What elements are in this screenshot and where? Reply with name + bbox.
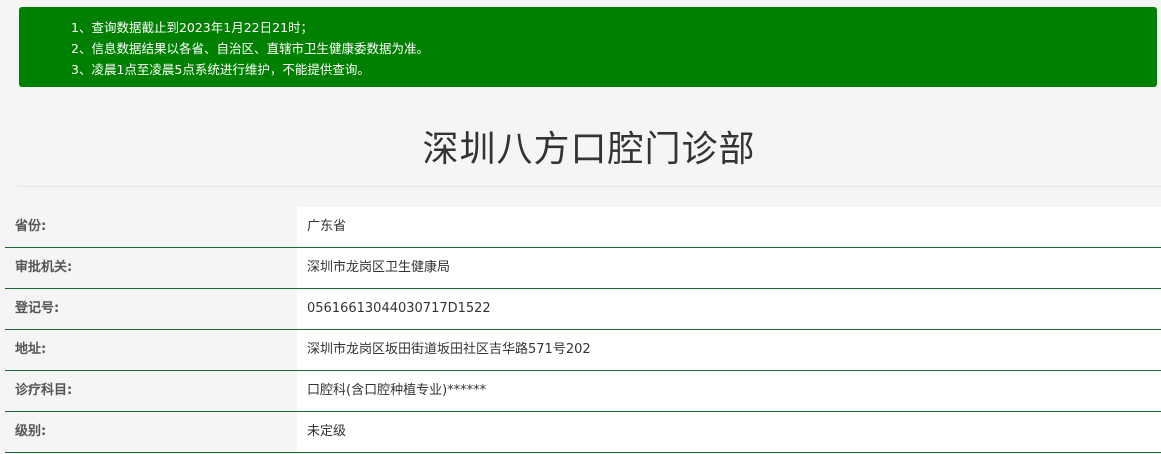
row-treatment-subjects: 诊疗科目: 口腔科(含口腔种植专业)****** xyxy=(5,371,1161,412)
info-table: 省份: 广东省 审批机关: 深圳市龙岗区卫生健康局 登记号: 056166130… xyxy=(5,207,1161,453)
row-level: 级别: 未定级 xyxy=(5,412,1161,453)
registration-number-value: 05616613044030717D1522 xyxy=(297,289,1161,329)
page: 1、查询数据截止到2023年1月22日21时； 2、信息数据结果以各省、自治区、… xyxy=(0,0,1161,454)
notice-line-3: 3、凌晨1点至凌晨5点系统进行维护，不能提供查询。 xyxy=(71,62,370,77)
province-value: 广东省 xyxy=(297,207,1161,247)
registration-number-label: 登记号: xyxy=(5,289,297,329)
row-registration-number: 登记号: 05616613044030717D1522 xyxy=(5,289,1161,330)
level-label: 级别: xyxy=(5,412,297,452)
approval-authority-label: 审批机关: xyxy=(5,248,297,288)
treatment-subjects-label: 诊疗科目: xyxy=(5,371,297,411)
row-province: 省份: 广东省 xyxy=(5,207,1161,248)
notice-line-1: 1、查询数据截止到2023年1月22日21时； xyxy=(71,20,314,35)
treatment-subjects-value: 口腔科(含口腔种植专业)****** xyxy=(297,371,1161,411)
address-label: 地址: xyxy=(5,330,297,370)
row-address: 地址: 深圳市龙岗区坂田街道坂田社区吉华路571号202 xyxy=(5,330,1161,371)
notice-banner: 1、查询数据截止到2023年1月22日21时； 2、信息数据结果以各省、自治区、… xyxy=(19,7,1157,87)
page-title: 深圳八方口腔门诊部 xyxy=(422,129,756,170)
province-label: 省份: xyxy=(5,207,297,247)
row-approval-authority: 审批机关: 深圳市龙岗区卫生健康局 xyxy=(5,248,1161,289)
level-value: 未定级 xyxy=(297,412,1161,452)
address-value: 深圳市龙岗区坂田街道坂田社区吉华路571号202 xyxy=(297,330,1161,370)
approval-authority-value: 深圳市龙岗区卫生健康局 xyxy=(297,248,1161,288)
title-divider xyxy=(18,186,1161,187)
notice-line-2: 2、信息数据结果以各省、自治区、直辖市卫生健康委数据为准。 xyxy=(71,41,429,56)
